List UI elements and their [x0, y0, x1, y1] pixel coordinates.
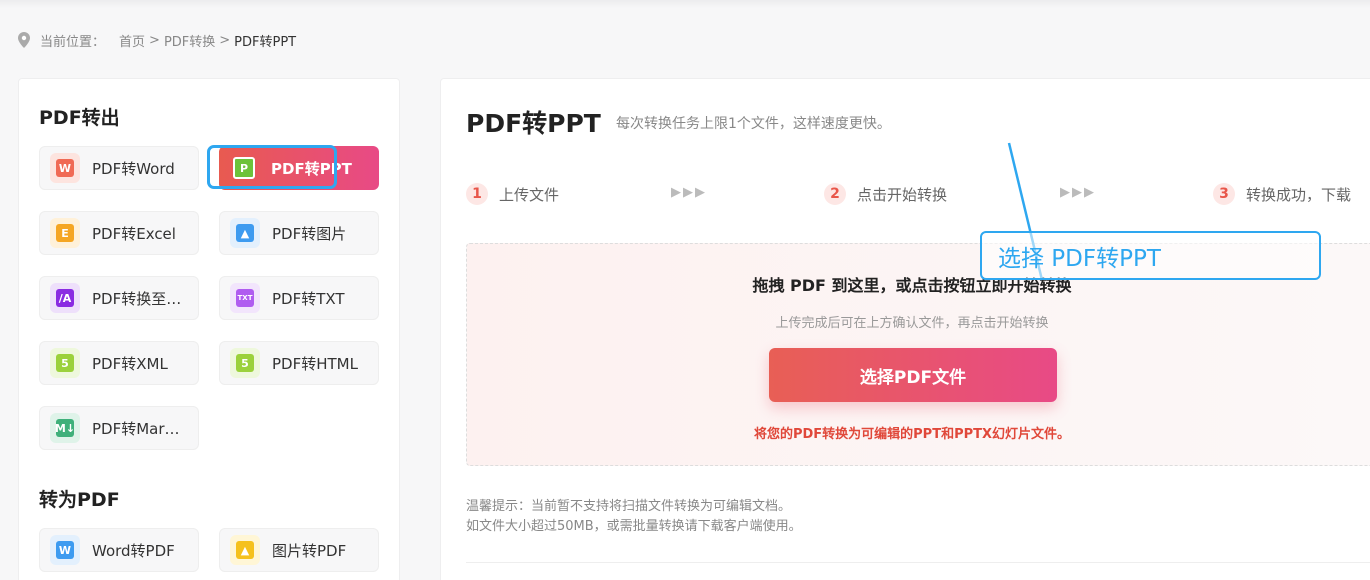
pdfa-icon: /A [50, 283, 80, 313]
image-icon: ▲ [230, 218, 260, 248]
breadcrumb-category-link[interactable]: PDF转换 [164, 31, 215, 50]
markdown-icon: M↓ [50, 413, 80, 443]
tool-pdf-to-ppt[interactable]: P PDF转PPT [219, 146, 379, 190]
word-icon: W [50, 535, 80, 565]
breadcrumb-separator: > [149, 32, 160, 48]
page-subtitle: 每次转换任务上限1个文件，这样速度更快。 [616, 116, 891, 132]
tool-label: PDF转Excel [92, 224, 176, 243]
tips-text: 温馨提示：当前暂不支持将扫描文件转换为可编辑文档。 如文件大小超过50MB，或需… [466, 497, 802, 537]
breadcrumb-current: PDF转PPT [234, 34, 297, 50]
tool-pdf-to-excel[interactable]: E PDF转Excel [39, 211, 199, 255]
step-label: 点击开始转换 [857, 185, 948, 204]
step-convert: 2 点击开始转换 [824, 183, 947, 205]
step-arrows-icon: ▶▶▶ [1060, 185, 1096, 200]
txt-icon: TXT [230, 283, 260, 313]
tool-label: 图片转PDF [272, 541, 347, 560]
tool-pdf-to-html[interactable]: 5 PDF转HTML [219, 341, 379, 385]
step-label: 转换成功，下载 [1246, 185, 1352, 204]
tool-label: PDF转TXT [272, 289, 345, 308]
tool-label: PDF转换至… [92, 289, 182, 308]
step-label: 上传文件 [499, 185, 560, 204]
import-group-title: 转为PDF [39, 489, 120, 511]
tool-pdf-to-word[interactable]: W PDF转Word [39, 146, 199, 190]
tool-pdf-to-image[interactable]: ▲ PDF转图片 [219, 211, 379, 255]
tool-label: PDF转HTML [272, 354, 358, 373]
step-number: 1 [466, 183, 488, 205]
tool-pdf-to-txt[interactable]: TXT PDF转TXT [219, 276, 379, 320]
xml-icon: 5 [50, 348, 80, 378]
tool-label: PDF转Mar… [92, 419, 180, 438]
breadcrumb-home-link[interactable]: 首页 [119, 31, 145, 50]
tool-pdf-to-pdfa[interactable]: /A PDF转换至… [39, 276, 199, 320]
word-icon: W [50, 153, 80, 183]
tool-sidebar: PDF转出 W PDF转Word P PDF转PPT E PDF转Excel ▲… [18, 78, 400, 580]
breadcrumb-prefix: 当前位置： [40, 34, 106, 50]
tool-label: PDF转图片 [272, 224, 347, 243]
breadcrumb: 当前位置： 首页 > PDF转换 > PDF转PPT [18, 30, 296, 50]
tool-image-to-pdf[interactable]: ▲ 图片转PDF [219, 528, 379, 572]
converter-panel: PDF转PPT 每次转换任务上限1个文件，这样速度更快。 1 上传文件 ▶▶▶ … [440, 78, 1370, 580]
step-arrows-icon: ▶▶▶ [671, 185, 707, 200]
dropzone-note: 将您的PDF转换为可编辑的PPT和PPTX幻灯片文件。 [753, 427, 1071, 442]
tips-line: 温馨提示：当前暂不支持将扫描文件转换为可编辑文档。 [466, 499, 792, 514]
tool-label: Word转PDF [92, 541, 175, 560]
tips-line: 如文件大小超过50MB，或需批量转换请下载客户端使用。 [466, 519, 802, 534]
tool-pdf-to-markdown[interactable]: M↓ PDF转Mar… [39, 406, 199, 450]
tool-label: PDF转PPT [271, 159, 352, 178]
excel-icon: E [50, 218, 80, 248]
export-group-title: PDF转出 [39, 107, 120, 129]
step-upload: 1 上传文件 [466, 183, 559, 205]
dropzone-hint: 上传完成后可在上方确认文件，再点击开始转换 [775, 316, 1049, 331]
tool-label: PDF转Word [92, 159, 175, 178]
image-icon: ▲ [230, 535, 260, 565]
tool-word-to-pdf[interactable]: W Word转PDF [39, 528, 199, 572]
tool-label: PDF转XML [92, 354, 168, 373]
divider [466, 562, 1370, 563]
select-pdf-button[interactable]: 选择PDF文件 [769, 348, 1057, 402]
breadcrumb-separator: > [219, 32, 231, 48]
step-download: 3 转换成功，下载 [1213, 183, 1351, 205]
top-bar-shadow [0, 0, 1370, 8]
html-icon: 5 [230, 348, 260, 378]
page-title: PDF转PPT [466, 109, 601, 138]
step-number: 3 [1213, 183, 1235, 205]
step-number: 2 [824, 183, 846, 205]
location-pin-icon [18, 32, 30, 48]
ppt-icon: P [229, 153, 259, 183]
tool-pdf-to-xml[interactable]: 5 PDF转XML [39, 341, 199, 385]
annotation-callout: 选择 PDF转PPT [980, 231, 1321, 280]
